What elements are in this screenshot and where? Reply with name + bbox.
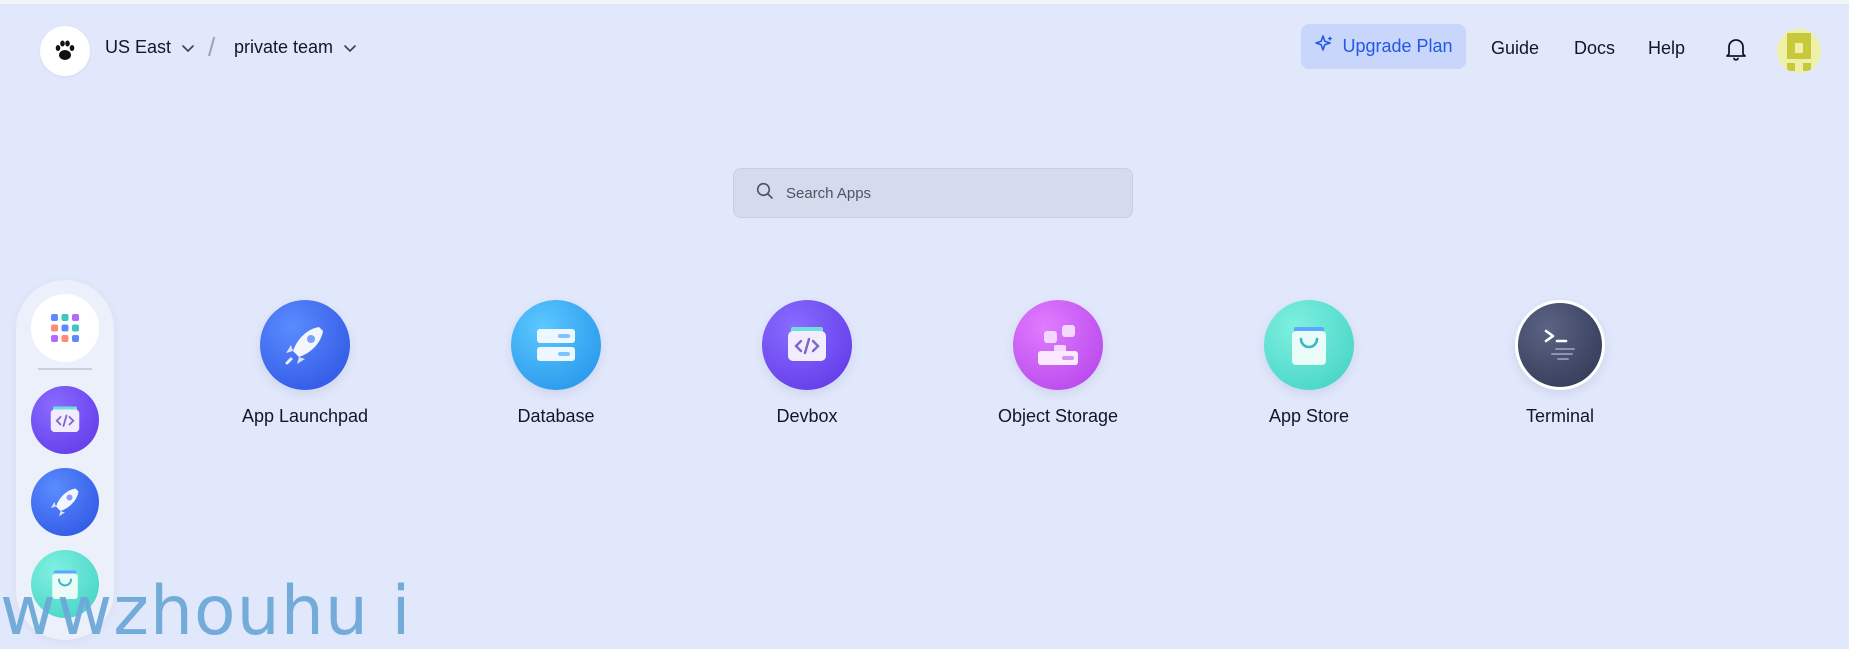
breadcrumb-separator: / [208,32,216,62]
dock-divider [38,368,92,370]
object-storage-tile[interactable]: Object Storage [968,300,1148,427]
team-label: private team [234,37,334,57]
upgrade-plan-label: Upgrade Plan [1342,36,1453,56]
terminal-tile[interactable]: Terminal [1470,300,1650,427]
terminal-icon [1515,300,1605,390]
database-icon [511,300,601,390]
rocket-icon [260,300,350,390]
app-label: Terminal [1525,406,1595,426]
app-label: Object Storage [997,406,1119,426]
paw-logo-icon[interactable] [40,26,90,76]
user-avatar[interactable] [1777,29,1821,73]
nav-guide-link[interactable]: Guide [1491,38,1539,59]
devbox-tile[interactable]: Devbox [717,300,897,427]
object-storage-icon [1013,300,1103,390]
chevron-down-icon [181,41,195,55]
devbox-icon [762,300,852,390]
devbox-icon[interactable] [31,386,99,454]
team-selector[interactable]: private team [234,37,357,58]
search-input[interactable] [786,184,1116,202]
nav-help-link[interactable]: Help [1648,38,1685,59]
app-label: App Store [1268,406,1350,426]
app-store-tile[interactable]: App Store [1219,300,1399,427]
upgrade-plan-button[interactable]: Upgrade Plan [1301,24,1466,69]
top-bar: US East / private team Upgrade Plan Guid… [0,4,1849,96]
app-label: App Launchpad [241,406,369,426]
apps-grid-icon[interactable] [31,294,99,362]
bell-icon[interactable] [1724,36,1748,62]
app-label: Database [517,406,595,426]
database-tile[interactable]: Database [466,300,646,427]
app-dock [16,280,114,640]
search-icon [756,182,774,205]
rocket-icon[interactable] [31,468,99,536]
shopping-bag-icon[interactable] [31,550,99,618]
nav-docs-link[interactable]: Docs [1574,38,1615,59]
sparkle-icon [1314,34,1334,59]
app-label: Devbox [776,406,838,426]
shopping-bag-icon [1264,300,1354,390]
region-selector[interactable]: US East [105,37,195,58]
search-bar[interactable] [733,168,1133,218]
region-label: US East [105,37,172,57]
app-launchpad-tile[interactable]: App Launchpad [215,300,395,427]
chevron-down-icon [343,41,357,55]
